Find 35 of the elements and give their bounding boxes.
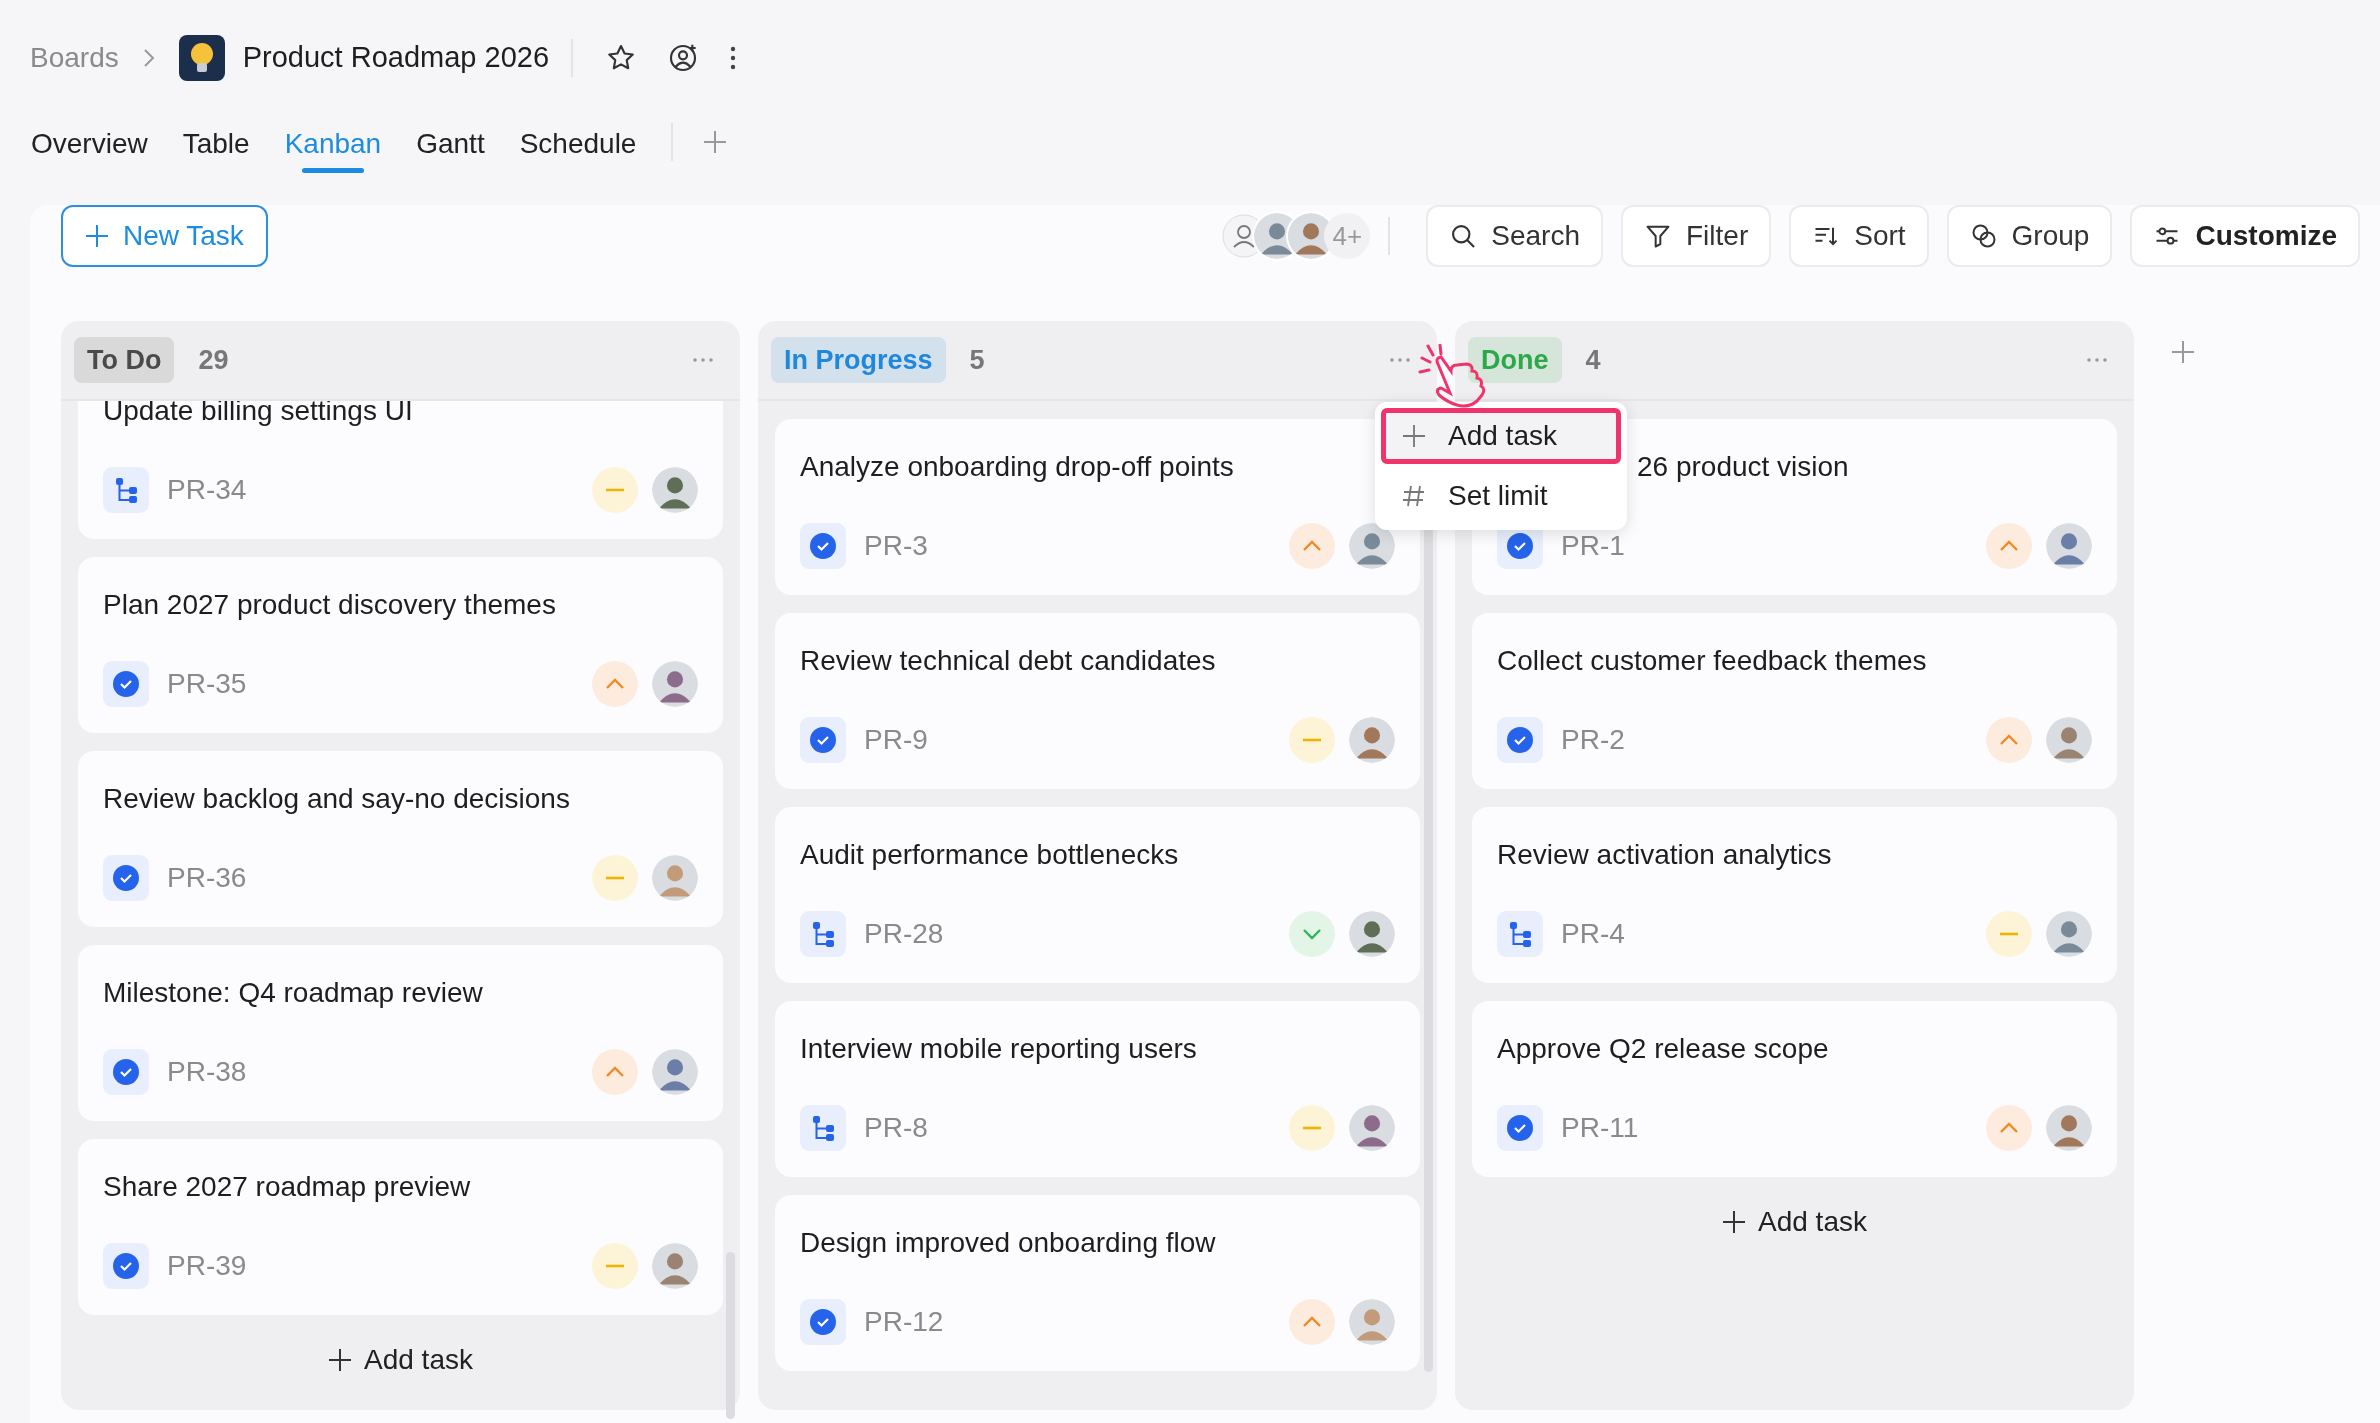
- column-count: 29: [198, 343, 229, 377]
- card-title: 26 product vision: [1636, 450, 1850, 484]
- task-id: PR-36: [167, 861, 247, 895]
- column-title: Done: [1468, 336, 1562, 384]
- column-title: To Do: [74, 336, 175, 384]
- board-title: Product Roadmap 2026: [242, 39, 550, 75]
- task-id: PR-1: [1561, 529, 1625, 563]
- card-title: Audit performance bottlenecks: [800, 838, 1180, 872]
- card-title: Interview mobile reporting users: [800, 1032, 1198, 1066]
- card-title: Milestone: Q4 roadmap review: [103, 976, 484, 1010]
- card-title: Share 2027 roadmap preview: [103, 1170, 472, 1204]
- task-id: PR-12: [864, 1305, 944, 1339]
- member-count-badge: 4+: [1324, 213, 1371, 259]
- card-title: Design improved onboarding flow: [800, 1226, 1217, 1260]
- column-title: In Progress: [771, 336, 946, 384]
- task-id: PR-38: [167, 1055, 247, 1089]
- card-title: Collect customer feedback themes: [1497, 644, 1928, 678]
- task-id: PR-34: [167, 473, 247, 507]
- task-id: PR-11: [1561, 1111, 1639, 1145]
- card-title: Review technical debt candidates: [800, 644, 1217, 678]
- column-count: 4: [1585, 343, 1601, 377]
- card-title: Analyze onboarding drop-off points: [800, 450, 1235, 484]
- card-title: Approve Q2 release scope: [1497, 1032, 1830, 1066]
- task-id: PR-9: [864, 723, 928, 757]
- column-count: 5: [969, 343, 985, 377]
- task-id: PR-3: [864, 529, 928, 563]
- card-title: Review backlog and say-no decisions: [103, 782, 571, 816]
- task-id: PR-35: [167, 667, 247, 701]
- card-title: Review activation analytics: [1497, 838, 1833, 872]
- task-id: PR-2: [1561, 723, 1625, 757]
- card-title: Plan 2027 product discovery themes: [103, 588, 557, 622]
- task-id: PR-39: [167, 1249, 247, 1283]
- task-id: PR-4: [1561, 917, 1625, 951]
- task-id: PR-28: [864, 917, 944, 951]
- task-id: PR-8: [864, 1111, 928, 1145]
